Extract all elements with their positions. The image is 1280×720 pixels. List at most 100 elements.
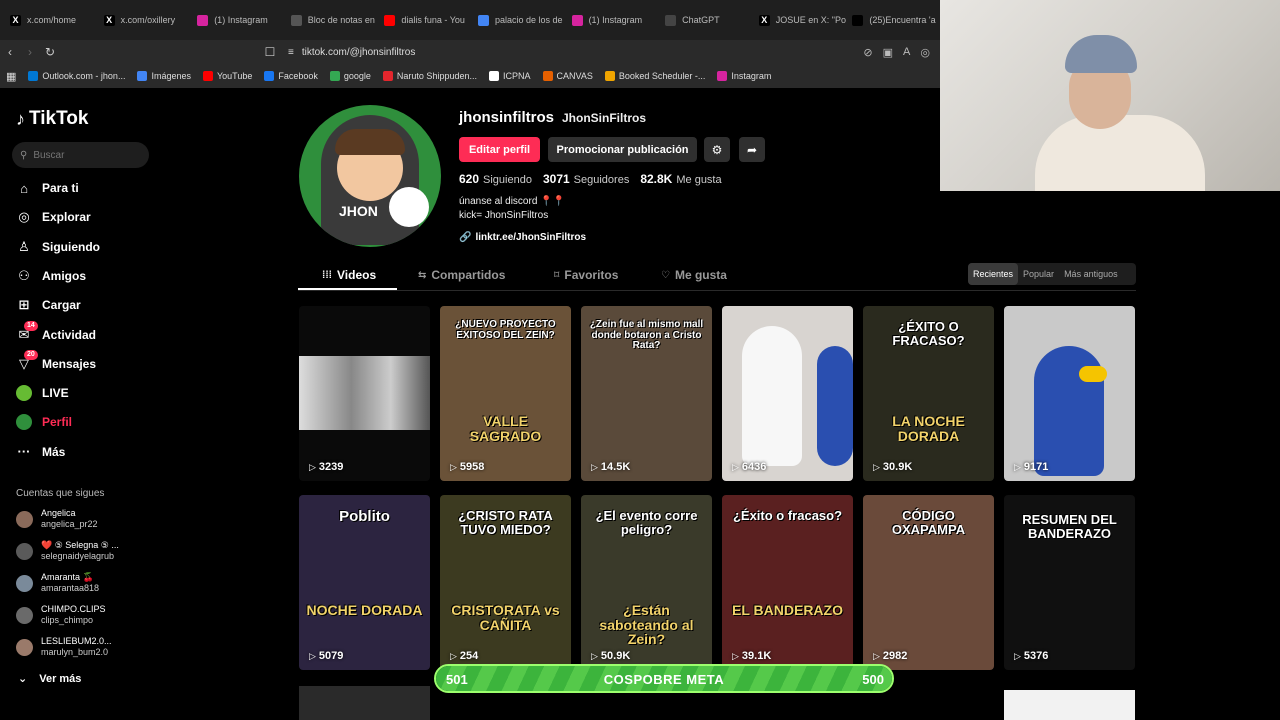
- followed-account[interactable]: Angelica angelica_pr22: [16, 508, 98, 530]
- profile-avatar[interactable]: JHON: [299, 105, 441, 247]
- share-button[interactable]: ➦: [739, 137, 765, 162]
- browser-tab[interactable]: Xx.com/home: [4, 6, 98, 34]
- bookmark-item[interactable]: google: [329, 71, 371, 81]
- bookmark-item[interactable]: Imágenes: [137, 71, 191, 81]
- followed-account[interactable]: ❤️ ⑤ Selegna ⑤ ... selegnaidyelagrub: [16, 540, 119, 562]
- reload-icon[interactable]: ↻: [40, 45, 60, 59]
- video-thumbnail[interactable]: ¿CRISTO RATA TUVO MIEDO? CRISTORATA vs CA…: [440, 495, 571, 670]
- video-thumbnail[interactable]: ¿NUEVO PROYECTO EXITOSO DEL ZEIN? VALLE S…: [440, 306, 571, 481]
- url-field[interactable]: ≡ tiktok.com/@jhonsinfiltros: [288, 47, 415, 58]
- browser-tab[interactable]: dialis funa - You: [378, 6, 472, 34]
- activity-icon: ✉ 14: [16, 320, 38, 343]
- browser-tab[interactable]: palacio de los de: [472, 6, 566, 34]
- tab-favoritos[interactable]: ⌑ Favoritos: [554, 268, 618, 282]
- video-thumbnail[interactable]: ¿Zein fue al mismo mall donde botaron a …: [581, 306, 712, 481]
- sidebar-item-perfil[interactable]: ● Perfil: [16, 414, 72, 431]
- stat-me-gusta[interactable]: 82.8K Me gusta: [640, 172, 721, 186]
- sort-option[interactable]: Recientes: [968, 263, 1019, 285]
- site-settings-icon[interactable]: ≡: [288, 47, 294, 58]
- bookmark-item[interactable]: YouTube: [202, 71, 252, 81]
- bookmark-label: google: [343, 71, 371, 81]
- video-thumb-partial[interactable]: [1004, 690, 1135, 720]
- see-more-button[interactable]: ⌄ Ver más: [18, 672, 81, 686]
- tab-compartidos[interactable]: ⇆ Compartidos: [418, 268, 505, 282]
- profile-link[interactable]: 🔗 linktr.ee/JhonSinFiltros: [459, 232, 586, 243]
- video-thumbnail[interactable]: ▷ 6436: [722, 306, 853, 481]
- browser-tab-label: (25)Encuentra 'a: [869, 15, 936, 25]
- translate-icon[interactable]: A: [903, 46, 910, 59]
- settings-button[interactable]: ⚙: [704, 137, 730, 162]
- back-icon[interactable]: ‹: [0, 45, 20, 59]
- live-icon: ●: [16, 385, 32, 402]
- video-thumbnail[interactable]: ¿Éxito o fracaso? EL BANDERAZO ▷ 39.1K: [722, 495, 853, 670]
- play-icon: ▷: [732, 461, 739, 472]
- stat-siguiendo[interactable]: 620 Siguiendo: [459, 172, 532, 186]
- followed-account[interactable]: CHIMPO.CLIPS clips_chimpo: [16, 604, 106, 626]
- video-thumbnail[interactable]: Poblito NOCHE DORADA ▷ 5079: [299, 495, 430, 670]
- bookmark-favicon-icon: [329, 71, 340, 81]
- sidebar-item-actividad[interactable]: ✉ 14 Actividad: [16, 320, 96, 343]
- heart-icon: ♡: [661, 269, 670, 281]
- video-thumbnail[interactable]: RESUMEN DEL BANDERAZO ▷ 5376: [1004, 495, 1135, 670]
- sidebar-item-explorar[interactable]: ◎ Explorar: [16, 209, 91, 225]
- promote-post-button[interactable]: Promocionar publicación: [548, 137, 697, 162]
- window-icon[interactable]: ▣: [883, 46, 893, 59]
- sidebar-item-más[interactable]: ··· Más: [16, 444, 66, 460]
- sidebar: ♪ TikTok ⚲ ⌂ Para ti ◎ Explorar ♙ Siguiendo ⚇ A…: [0, 88, 170, 720]
- bookmark-favicon-icon: [264, 71, 275, 81]
- tiktok-logo[interactable]: ♪ TikTok: [16, 108, 88, 130]
- bookmark-item[interactable]: CANVAS: [542, 71, 593, 81]
- search-input[interactable]: [33, 149, 134, 161]
- followed-account-name: ❤️ ⑤ Selegna ⑤ ...: [41, 540, 119, 550]
- browser-tab[interactable]: (1) Instagram: [191, 6, 285, 34]
- browser-tab[interactable]: Bloc de notas en: [285, 6, 379, 34]
- chevron-down-icon: ⌄: [18, 673, 28, 685]
- browser-tab[interactable]: Xx.com/oxillery: [98, 6, 192, 34]
- bookmark-item[interactable]: ICPNA: [488, 71, 531, 81]
- tab-favicon-icon: [571, 14, 583, 26]
- bookmark-item[interactable]: Instagram: [717, 71, 771, 81]
- browser-tab[interactable]: (1) Instagram: [566, 6, 660, 34]
- sidebar-item-live[interactable]: ● LIVE: [16, 385, 69, 402]
- bookmark-item[interactable]: Naruto Shippuden...: [382, 71, 477, 81]
- sidebar-item-amigos[interactable]: ⚇ Amigos: [16, 268, 86, 284]
- upload-icon: ⊞: [18, 297, 30, 313]
- followed-account-names: CHIMPO.CLIPS clips_chimpo: [41, 604, 106, 626]
- sort-toggle: Recientes Popular Más antiguos: [968, 263, 1136, 285]
- sidebar-item-para-ti[interactable]: ⌂ Para ti: [16, 180, 79, 196]
- video-thumbnail[interactable]: ▷ 3239: [299, 306, 430, 481]
- extension-icon[interactable]: ◎: [920, 46, 930, 59]
- link-icon: 🔗: [459, 232, 472, 243]
- video-thumb-partial[interactable]: [299, 686, 430, 720]
- bookmark-item[interactable]: Outlook.com - jhon...: [28, 71, 125, 81]
- forward-icon[interactable]: ›: [20, 45, 40, 59]
- bookmark-item[interactable]: Booked Scheduler -...: [604, 71, 705, 81]
- eye-off-icon[interactable]: ⊘: [863, 46, 872, 59]
- browser-tab[interactable]: ChatGPT: [659, 6, 753, 34]
- sidebar-item-mensajes[interactable]: ▽ 20 Mensajes: [16, 349, 96, 372]
- sidebar-item-cargar[interactable]: ⊞ Cargar: [16, 297, 81, 313]
- followed-account[interactable]: LESLIEBUM2.0... marulyn_bum2.0: [16, 636, 112, 658]
- sort-option[interactable]: Popular: [1018, 263, 1059, 285]
- video-thumbnail[interactable]: ¿El evento corre peligro? ¿Están sabotean…: [581, 495, 712, 670]
- video-caption: Poblito: [339, 508, 390, 525]
- browser-tab-label: (1) Instagram: [214, 15, 268, 25]
- browser-tab[interactable]: (25)Encuentra 'a: [846, 6, 940, 34]
- apps-grid-icon[interactable]: ▦: [6, 70, 16, 83]
- edit-profile-button[interactable]: Editar perfil: [459, 137, 540, 162]
- bookmark-page-icon[interactable]: ☐: [260, 45, 280, 59]
- stat-seguidores[interactable]: 3071 Seguidores: [543, 172, 629, 186]
- video-thumbnail[interactable]: ¿ÉXITO O FRACASO? LA NOCHE DORADA ▷ 30.9K: [863, 306, 994, 481]
- bookmark-label: Outlook.com - jhon...: [42, 71, 126, 81]
- sidebar-item-siguiendo[interactable]: ♙ Siguiendo: [16, 239, 100, 255]
- bookmark-item[interactable]: Facebook: [264, 71, 318, 81]
- tab-videos[interactable]: ⁞⁞⁞ Videos: [322, 268, 376, 282]
- video-thumbnail[interactable]: CÓDIGO OXAPAMPA ▷ 2982: [863, 495, 994, 670]
- video-thumbnail[interactable]: ▷ 9171: [1004, 306, 1135, 481]
- followed-account[interactable]: Amaranta 🍒 amarantaa818: [16, 572, 99, 594]
- browser-tab[interactable]: X JOSUE en X: "Po: [753, 6, 847, 34]
- search-box[interactable]: ⚲: [12, 142, 149, 168]
- tab-me-gusta[interactable]: ♡ Me gusta: [661, 268, 727, 282]
- sort-option[interactable]: Más antiguos: [1059, 263, 1123, 285]
- sidebar-item-label: Explorar: [42, 210, 91, 225]
